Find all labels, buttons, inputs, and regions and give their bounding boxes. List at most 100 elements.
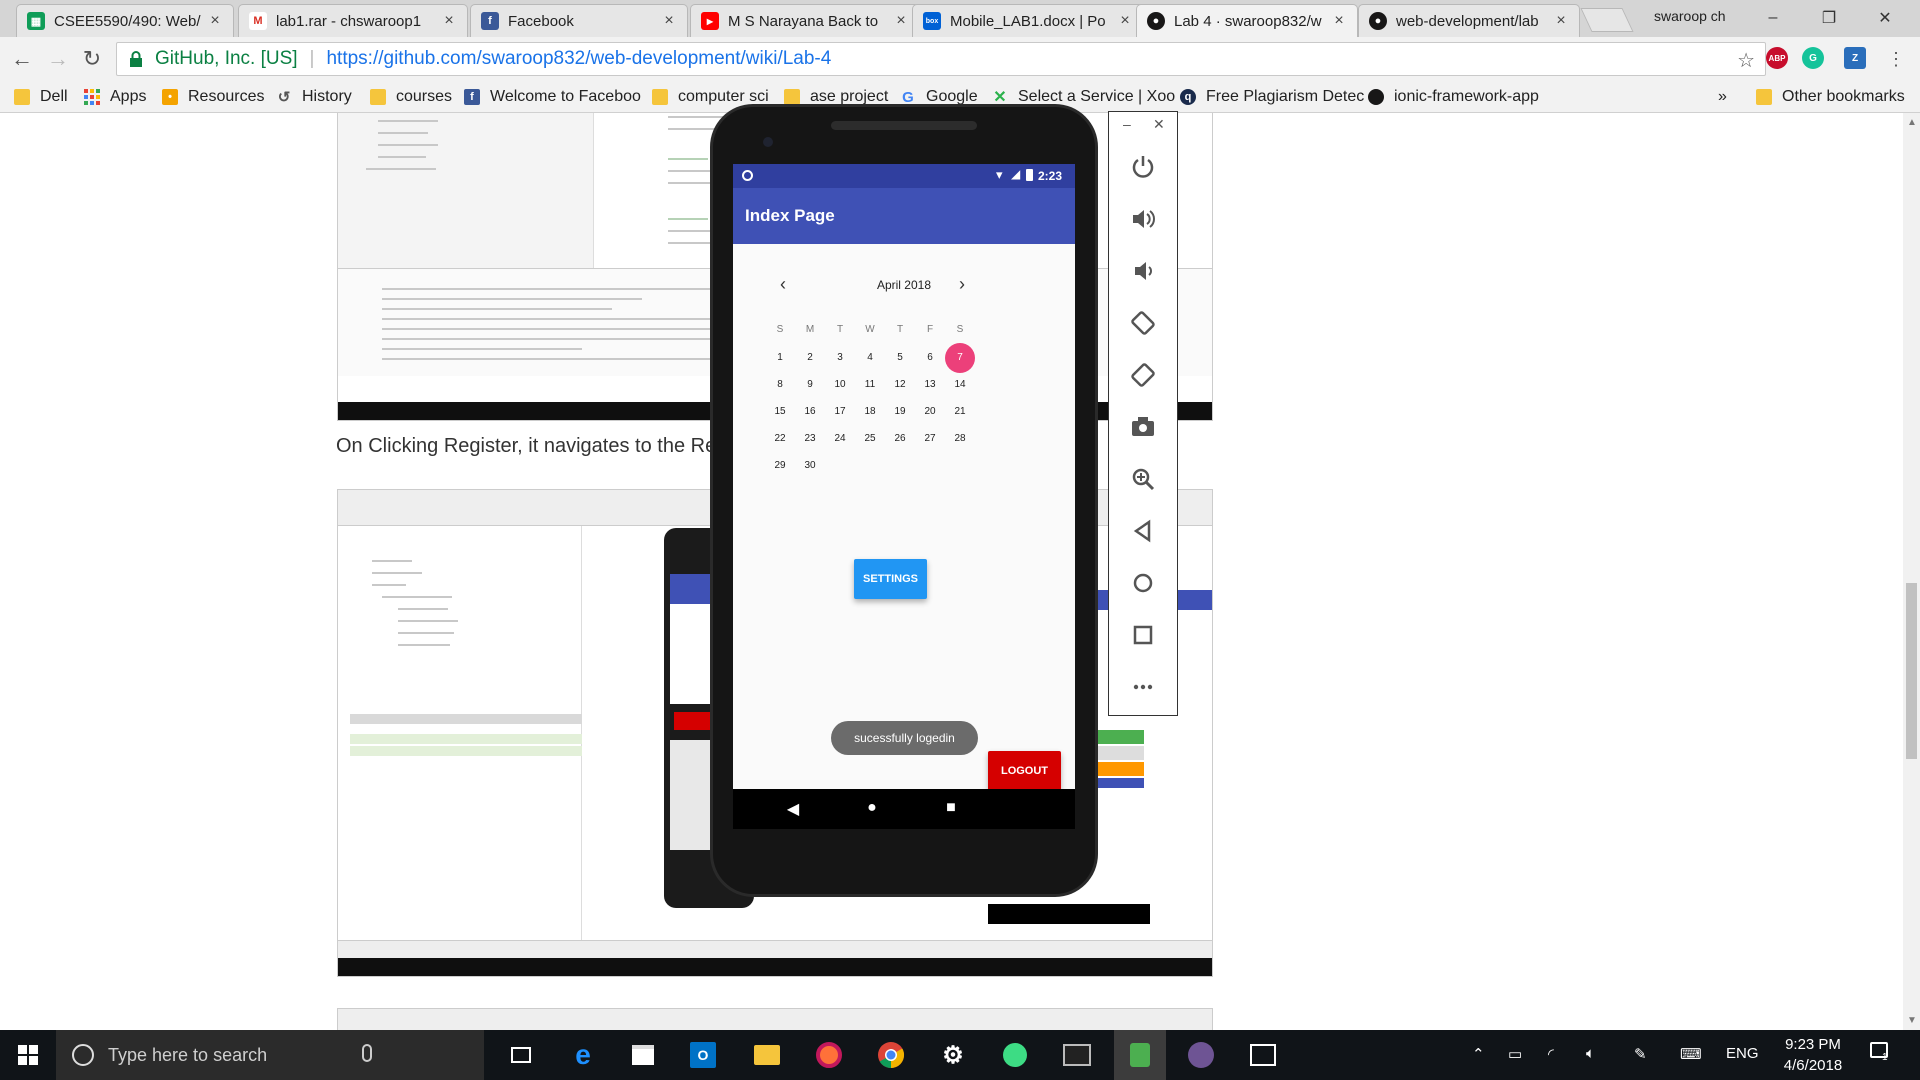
close-icon[interactable]: × xyxy=(1331,12,1347,30)
more-icon[interactable] xyxy=(1126,670,1160,704)
show-hidden-icons[interactable]: ⌃ xyxy=(1472,1045,1485,1063)
other-bookmarks[interactable]: Other bookmarks xyxy=(1756,86,1905,108)
address-bar[interactable]: GitHub, Inc. [US] | https://github.com/s… xyxy=(116,42,1766,76)
calendar-day[interactable]: 9 xyxy=(795,370,825,400)
terminal-icon[interactable] xyxy=(1062,1040,1092,1070)
browser-tab[interactable]: ▦ CSEE5590/490: Web/C × xyxy=(16,4,234,37)
chrome-icon[interactable] xyxy=(876,1040,906,1070)
calendar-day[interactable]: 24 xyxy=(825,424,855,454)
microphone-icon[interactable] xyxy=(362,1044,372,1062)
bookmark-star-icon[interactable]: ☆ xyxy=(1737,48,1755,73)
calendar-day-selected[interactable]: 7 xyxy=(945,343,975,373)
scroll-down-icon[interactable]: ▼ xyxy=(1907,1015,1917,1026)
github-desktop-icon[interactable] xyxy=(1186,1040,1216,1070)
menu-icon[interactable]: ⋮ xyxy=(1882,45,1910,73)
browser-tab[interactable]: box Mobile_LAB1.docx | Po × xyxy=(912,4,1144,37)
page-scrollbar[interactable]: ▲ ▼ xyxy=(1903,113,1920,1030)
photos-icon[interactable] xyxy=(1248,1040,1278,1070)
calendar-day[interactable]: 22 xyxy=(765,424,795,454)
bookmark-history[interactable]: ↺ History xyxy=(276,86,352,108)
nav-home-icon[interactable]: ● xyxy=(862,799,882,817)
back-button[interactable]: ← xyxy=(8,45,36,73)
nav-back-icon[interactable]: ◀ xyxy=(783,799,803,819)
calendar-day[interactable]: 15 xyxy=(765,397,795,427)
calendar-day[interactable]: 4 xyxy=(855,343,885,373)
calendar-day[interactable]: 30 xyxy=(795,451,825,481)
pen-tray-icon[interactable]: ✎ xyxy=(1634,1045,1647,1063)
taskbar-clock[interactable]: 9:23 PM 4/6/2018 xyxy=(1758,1034,1868,1076)
browser-tab-active[interactable]: ● Lab 4 · swaroop832/w × xyxy=(1136,4,1358,37)
close-icon[interactable]: × xyxy=(893,12,909,30)
calendar-day[interactable]: 11 xyxy=(855,370,885,400)
calendar-day[interactable]: 5 xyxy=(885,343,915,373)
calendar-day[interactable]: 23 xyxy=(795,424,825,454)
volume-tray-icon[interactable]: 🔈︎ xyxy=(1586,1045,1595,1062)
calendar-day[interactable]: 13 xyxy=(915,370,945,400)
bookmark-xoom[interactable]: ✕ Select a Service | Xoo xyxy=(992,86,1175,108)
calendar-day[interactable]: 14 xyxy=(945,370,975,400)
overview-icon[interactable] xyxy=(1126,618,1160,652)
calendar-day[interactable]: 12 xyxy=(885,370,915,400)
volume-down-icon[interactable] xyxy=(1126,254,1160,288)
calendar-day[interactable]: 18 xyxy=(855,397,885,427)
window-close-button[interactable]: ✕ xyxy=(1862,4,1908,32)
edge-icon[interactable]: e xyxy=(568,1039,598,1070)
bookmark-ase-project[interactable]: ase project xyxy=(784,86,888,108)
nav-recents-icon[interactable]: ■ xyxy=(941,799,961,817)
firefox-icon[interactable] xyxy=(814,1040,844,1070)
zoom-icon[interactable] xyxy=(1126,462,1160,496)
new-tab-button[interactable] xyxy=(1580,8,1634,32)
close-icon[interactable]: × xyxy=(661,12,677,30)
bookmark-computer-sci[interactable]: computer sci xyxy=(652,86,769,108)
bookmark-dell[interactable]: Dell xyxy=(14,86,68,108)
calendar-day[interactable]: 3 xyxy=(825,343,855,373)
close-emulator-icon[interactable]: ✕ xyxy=(1153,116,1165,133)
task-view-icon[interactable] xyxy=(506,1040,536,1070)
logout-button[interactable]: LOGOUT xyxy=(988,751,1061,791)
scrollbar-thumb[interactable] xyxy=(1906,583,1917,759)
calendar-day[interactable]: 25 xyxy=(855,424,885,454)
calendar-day[interactable]: 2 xyxy=(795,343,825,373)
browser-tab[interactable]: f Facebook × xyxy=(470,4,688,37)
action-center-icon[interactable]: 1 xyxy=(1870,1042,1888,1063)
minimize-emulator-icon[interactable]: – xyxy=(1123,116,1131,132)
settings-button[interactable]: SETTINGS xyxy=(854,559,927,599)
bookmark-resources[interactable]: • Resources xyxy=(162,86,264,108)
home-icon[interactable] xyxy=(1126,566,1160,600)
calendar-day[interactable]: 20 xyxy=(915,397,945,427)
rotate-left-icon[interactable] xyxy=(1126,306,1160,340)
calendar-day[interactable]: 10 xyxy=(825,370,855,400)
bookmark-google[interactable]: G Google xyxy=(900,86,977,108)
camera-icon[interactable] xyxy=(1126,410,1160,444)
browser-tab[interactable]: ● web-development/lab × xyxy=(1358,4,1580,37)
calendar-day[interactable]: 17 xyxy=(825,397,855,427)
profile-name[interactable]: swaroop ch xyxy=(1654,8,1726,24)
close-icon[interactable]: × xyxy=(441,12,457,30)
keyboard-tray-icon[interactable]: ⌨ xyxy=(1680,1045,1702,1063)
calendar-day[interactable]: 16 xyxy=(795,397,825,427)
bookmarks-overflow[interactable]: » xyxy=(1718,86,1727,108)
settings-gear-icon[interactable]: ⚙ xyxy=(938,1040,968,1070)
android-studio-icon[interactable] xyxy=(1000,1040,1030,1070)
close-icon[interactable]: × xyxy=(207,12,223,30)
reload-button[interactable]: ↻ xyxy=(78,45,106,73)
device-screen[interactable]: ▾ ◢ 2:23 Index Page ‹ April 2018 › S M T W T… xyxy=(733,164,1075,829)
calendar-day[interactable]: 19 xyxy=(885,397,915,427)
power-icon[interactable] xyxy=(1126,150,1160,184)
forward-button[interactable]: → xyxy=(44,45,72,73)
language-indicator[interactable]: ENG xyxy=(1726,1045,1759,1062)
calendar-day[interactable]: 21 xyxy=(945,397,975,427)
bookmark-facebook[interactable]: f Welcome to Faceboo xyxy=(464,86,641,108)
grammarly-icon[interactable]: G xyxy=(1802,47,1824,69)
calendar-day[interactable]: 1 xyxy=(765,343,795,373)
adblock-icon[interactable]: ABP xyxy=(1766,47,1788,69)
browser-tab[interactable]: M lab1.rar - chswaroop1 × xyxy=(238,4,468,37)
zotero-icon[interactable]: Z xyxy=(1844,47,1866,69)
calendar-day[interactable]: 26 xyxy=(885,424,915,454)
url-text[interactable]: https://github.com/swaroop832/web-develo… xyxy=(326,48,831,70)
close-icon[interactable]: × xyxy=(1553,12,1569,30)
minimize-button[interactable]: – xyxy=(1750,4,1796,32)
store-icon[interactable] xyxy=(628,1040,658,1070)
taskbar-search[interactable]: Type here to search xyxy=(56,1030,484,1080)
calendar-day[interactable]: 8 xyxy=(765,370,795,400)
